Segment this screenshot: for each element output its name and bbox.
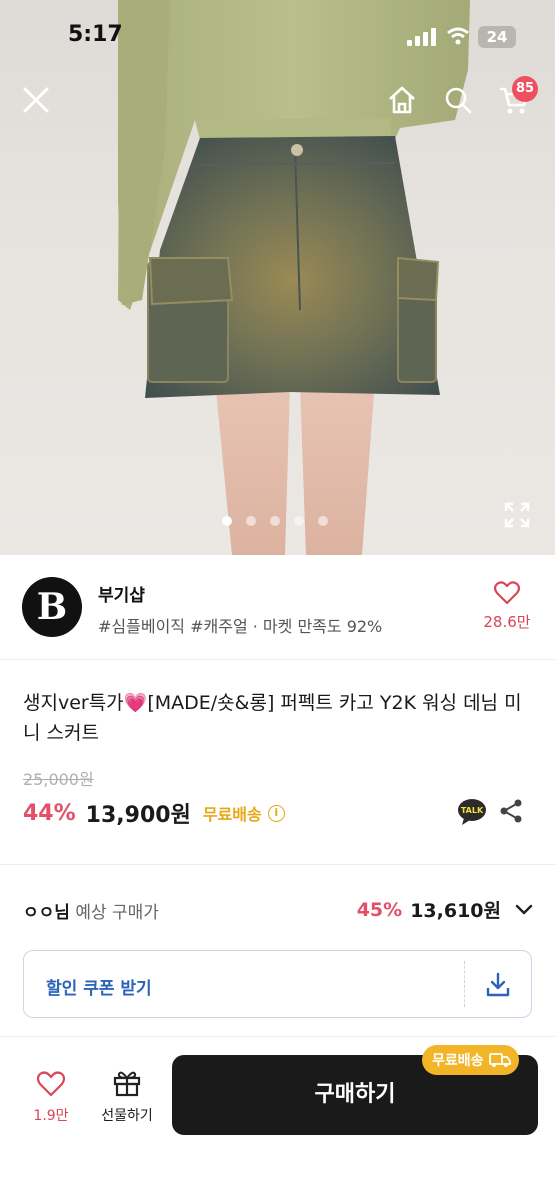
truck-icon (488, 1053, 511, 1067)
page-dot[interactable] (246, 516, 256, 526)
coupon-divider (464, 961, 465, 1007)
shop-tags: #심플베이직 #캐주얼 · 마켓 만족도 92% (98, 617, 383, 636)
gift-icon (113, 1071, 141, 1097)
cart-count-badge: 85 (512, 76, 538, 102)
product-image-gallery[interactable]: 5:17 24 85 (0, 0, 555, 555)
status-time: 5:17 (68, 22, 123, 47)
chevron-down-icon[interactable] (515, 904, 533, 916)
price-row: 44% 13,900원 무료배송 i (23, 796, 285, 830)
home-icon (389, 86, 415, 114)
download-icon (486, 972, 510, 997)
free-shipping-label: 무료배송 (202, 805, 262, 824)
heart-icon (36, 1071, 66, 1097)
expand-icon (504, 502, 530, 528)
gift-label: 선물하기 (101, 1108, 153, 1124)
coupon-label: 할인 쿠폰 받기 (46, 979, 152, 999)
shop-logo[interactable]: B (22, 577, 82, 637)
close-icon (23, 87, 49, 113)
close-button[interactable] (16, 80, 56, 120)
wifi-icon (447, 27, 469, 45)
info-icon[interactable]: i (267, 804, 285, 822)
page-dot[interactable] (294, 516, 304, 526)
discount-rate: 44% (23, 800, 76, 826)
fullscreen-button[interactable] (504, 502, 530, 532)
signal-icon (407, 28, 436, 46)
share-button[interactable] (498, 798, 524, 828)
product-title: 생지ver특가💗[MADE/숏&롱] 퍼펙트 카고 Y2K 워싱 데님 미니 스… (23, 692, 522, 744)
talk-icon: TALK (458, 799, 486, 825)
expected-price-row[interactable]: ㅇㅇ님 예상 구매가 45% 13,610원 (23, 896, 533, 924)
home-button[interactable] (382, 80, 422, 120)
heart-icon (493, 581, 521, 605)
gallery-pagination (222, 516, 328, 526)
product-like-count: 1.9만 (33, 1108, 69, 1124)
free-shipping-tag: 무료배송 (422, 1045, 519, 1075)
product-like-button[interactable]: 1.9만 (22, 1071, 80, 1125)
search-button[interactable] (438, 80, 478, 120)
expected-discount: 45% (356, 898, 403, 921)
page-dot[interactable] (270, 516, 280, 526)
search-icon (445, 87, 472, 114)
shop-name[interactable]: 부기샵 (98, 581, 145, 606)
battery-indicator: 24 (478, 26, 516, 48)
original-price: 25,000원 (23, 770, 94, 789)
status-bar: 5:17 24 (0, 0, 555, 72)
expected-price-value: 45% 13,610원 (357, 896, 533, 923)
shop-logo-mark: B (37, 586, 67, 628)
user-name: ㅇㅇ님 (23, 903, 70, 923)
gift-button[interactable]: 선물하기 (92, 1069, 162, 1125)
free-shipping-tag-label: 무료배송 (432, 1053, 484, 1069)
page-dot[interactable] (318, 516, 328, 526)
section-divider (0, 864, 555, 865)
shop-like-count: 28.6만 (483, 613, 531, 631)
expected-price-label: ㅇㅇ님 예상 구매가 (23, 898, 159, 923)
svg-text:TALK: TALK (461, 806, 484, 815)
expected-price-caption: 예상 구매가 (69, 903, 159, 923)
bottom-action-bar: 1.9만 선물하기 구매하기 무료배송 (0, 1036, 555, 1200)
shop-like-button[interactable]: 28.6만 (480, 581, 534, 632)
share-icon (500, 799, 522, 823)
svg-text:B: B (37, 586, 67, 628)
shop-info-row[interactable]: B 부기샵 #심플베이직 #캐주얼 · 마켓 만족도 92% 28.6만 (0, 555, 555, 660)
sale-price: 13,900원 (85, 803, 191, 828)
coupon-download-button[interactable]: 할인 쿠폰 받기 (23, 950, 532, 1018)
page-dot[interactable] (222, 516, 232, 526)
kakao-talk-button[interactable]: TALK (457, 798, 487, 830)
expected-price: 13,610원 (410, 900, 501, 922)
